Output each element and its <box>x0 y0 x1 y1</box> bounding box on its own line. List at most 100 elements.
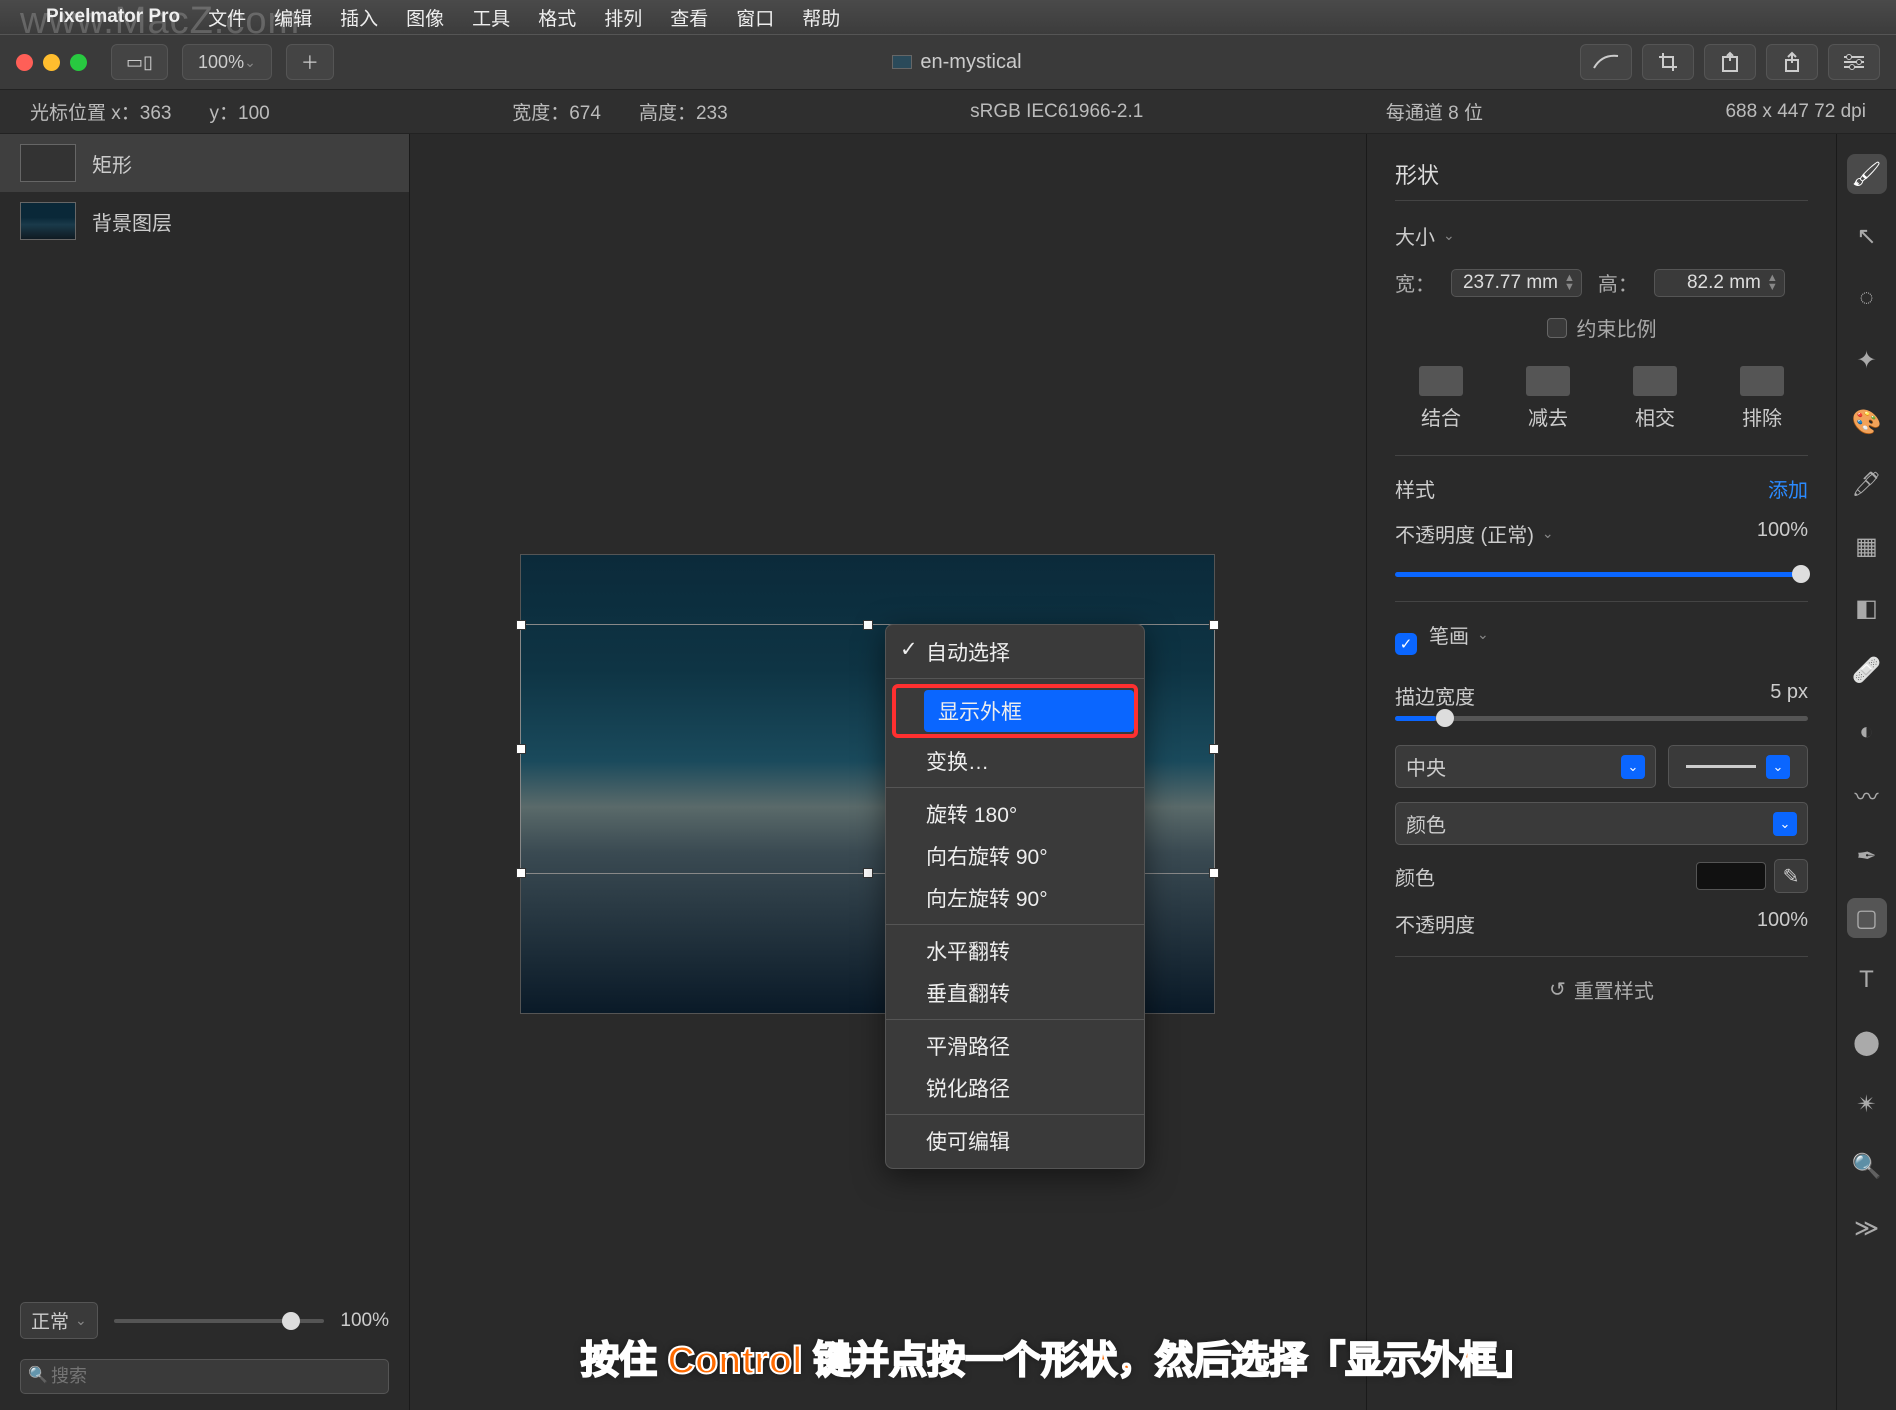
stroke-width-label: 描边宽度 <box>1395 681 1475 710</box>
handle-tr[interactable] <box>1209 620 1219 630</box>
repair-tool[interactable]: 🩹 <box>1847 650 1887 690</box>
stroke-opacity-label: 不透明度 <box>1395 909 1475 938</box>
share-button[interactable] <box>1766 44 1818 80</box>
zoom-tool[interactable]: 🔍 <box>1847 1146 1887 1186</box>
blend-mode-select[interactable]: 正常⌄ <box>20 1302 98 1339</box>
close-window[interactable] <box>16 54 33 71</box>
menu-tools[interactable]: 工具 <box>472 4 510 31</box>
layer-row-rect[interactable]: 矩形 <box>0 134 409 192</box>
more-tools[interactable]: ≫ <box>1847 1208 1887 1248</box>
color-swatch[interactable] <box>1696 862 1766 890</box>
height-label: 高： <box>1598 268 1638 297</box>
eraser-tool[interactable]: ◧ <box>1847 588 1887 628</box>
ctx-transform[interactable]: 变换… <box>886 740 1144 782</box>
menu-format[interactable]: 格式 <box>538 4 576 31</box>
layers-panel: 矩形 背景图层 正常⌄ 100% 🔍 <box>0 134 410 1410</box>
layer-name: 背景图层 <box>92 207 172 236</box>
magic-tool[interactable]: ✦ <box>1847 340 1887 380</box>
stroke-checkbox[interactable]: ✓ <box>1395 633 1417 655</box>
shape-tool[interactable]: ▢ <box>1847 898 1887 938</box>
layer-thumb <box>20 202 76 240</box>
fullscreen-window[interactable] <box>70 54 87 71</box>
paint-tool[interactable]: 🎨 <box>1847 402 1887 442</box>
stroke-style-select[interactable]: ⌄ <box>1668 745 1808 788</box>
stroke-width-value: 5 px <box>1770 681 1808 710</box>
opacity-disclosure[interactable]: 不透明度 (正常)⌄ <box>1395 519 1554 548</box>
handle-br[interactable] <box>1209 868 1219 878</box>
handle-bl[interactable] <box>516 868 526 878</box>
add-button[interactable]: ＋ <box>286 44 334 80</box>
menu-view[interactable]: 查看 <box>670 4 708 31</box>
ctx-smooth-path[interactable]: 平滑路径 <box>886 1025 1144 1067</box>
layer-opacity-slider[interactable] <box>114 1319 325 1323</box>
stroke-type-select[interactable]: 颜色⌄ <box>1395 802 1808 845</box>
marquee-tool[interactable]: ◌ <box>1847 278 1887 318</box>
arrow-tool[interactable]: ↖ <box>1847 216 1887 256</box>
ctx-auto-select[interactable]: 自动选择 <box>886 631 1144 673</box>
ctx-show-bounds[interactable]: 显示外框 <box>924 690 1134 732</box>
inspector-panel: 形状 大小⌄ 宽： ▲▼ 高： ▲▼ 约束比例 结合 减去 相交 排除 样式添加… <box>1366 134 1836 1410</box>
ctx-sharpen-path[interactable]: 锐化路径 <box>886 1067 1144 1109</box>
style-tool[interactable]: 🖌 <box>1847 154 1887 194</box>
tool-strip: 🖌 ↖ ◌ ✦ 🎨 🖊 ▦ ◧ 🩹 ◐ 〰 ✒ ▢ T ⬤ ✴ 🔍 ≫ <box>1836 134 1896 1410</box>
style-label: 样式 <box>1395 474 1435 503</box>
size-disclosure[interactable]: 大小⌄ <box>1395 221 1808 250</box>
stroke-width-slider[interactable] <box>1395 716 1808 721</box>
layer-thumb <box>20 144 76 182</box>
inspector-title: 形状 <box>1395 158 1808 201</box>
zoom-dropdown[interactable]: 100% ⌄ <box>182 44 272 80</box>
sidebar-toggle[interactable]: ▭▯ <box>111 44 168 80</box>
opacity-slider[interactable] <box>1395 572 1808 577</box>
clone-tool[interactable]: ◐ <box>1847 712 1887 752</box>
ctx-make-editable[interactable]: 使可编辑 <box>886 1120 1144 1162</box>
layer-row-bg[interactable]: 背景图层 <box>0 192 409 250</box>
watermark: www.MacZ.com <box>20 0 300 43</box>
text-tool[interactable]: T <box>1847 960 1887 1000</box>
gradient-tool[interactable]: ▦ <box>1847 526 1887 566</box>
stroke-opacity-value: 100% <box>1757 909 1808 938</box>
color-adjust-button[interactable] <box>1580 44 1632 80</box>
settings-button[interactable] <box>1828 44 1880 80</box>
brush-tool[interactable]: 🖊 <box>1847 464 1887 504</box>
eyedropper-button[interactable]: ✎ <box>1774 859 1808 893</box>
op-unite[interactable]: 结合 <box>1401 366 1481 431</box>
ctx-flip-h[interactable]: 水平翻转 <box>886 930 1144 972</box>
document-title: en-mystical <box>348 51 1566 74</box>
handle-tl[interactable] <box>516 620 526 630</box>
op-intersect[interactable]: 相交 <box>1615 366 1695 431</box>
menu-window[interactable]: 窗口 <box>736 4 774 31</box>
handle-tm[interactable] <box>863 620 873 630</box>
op-exclude[interactable]: 排除 <box>1722 366 1802 431</box>
menu-help[interactable]: 帮助 <box>802 4 840 31</box>
style-add[interactable]: 添加 <box>1768 474 1808 503</box>
handle-bm[interactable] <box>863 868 873 878</box>
canvas[interactable]: 自动选择 显示外框 变换… 旋转 180° 向右旋转 90° 向左旋转 90° … <box>410 134 1366 1410</box>
crop-button[interactable] <box>1642 44 1694 80</box>
ctx-rotate-180[interactable]: 旋转 180° <box>886 793 1144 835</box>
height-stepper[interactable]: ▲▼ <box>1654 269 1785 297</box>
menu-image[interactable]: 图像 <box>406 4 444 31</box>
constrain-proportions[interactable]: 约束比例 <box>1395 313 1808 342</box>
menu-insert[interactable]: 插入 <box>340 4 378 31</box>
effects-tool[interactable]: ✴ <box>1847 1084 1887 1124</box>
export-button[interactable] <box>1704 44 1756 80</box>
ctx-rotate-right[interactable]: 向右旋转 90° <box>886 835 1144 877</box>
stroke-disclosure[interactable]: 笔画⌄ <box>1429 620 1489 649</box>
width-stepper[interactable]: ▲▼ <box>1451 269 1582 297</box>
window-controls <box>16 54 87 71</box>
warp-tool[interactable]: 〰 <box>1847 774 1887 814</box>
ctx-flip-v[interactable]: 垂直翻转 <box>886 972 1144 1014</box>
color-tool[interactable]: ⬤ <box>1847 1022 1887 1062</box>
menu-arrange[interactable]: 排列 <box>604 4 642 31</box>
reset-style[interactable]: ↺ 重置样式 <box>1395 975 1808 1004</box>
info-bar: 光标位置 x：363 y：100 宽度：674 高度：233 sRGB IEC6… <box>0 90 1896 134</box>
handle-ml[interactable] <box>516 744 526 754</box>
handle-mr[interactable] <box>1209 744 1219 754</box>
minimize-window[interactable] <box>43 54 60 71</box>
ctx-rotate-left[interactable]: 向左旋转 90° <box>886 877 1144 919</box>
opacity-value: 100% <box>1757 519 1808 566</box>
op-subtract[interactable]: 减去 <box>1508 366 1588 431</box>
annotation-text: 按住 Control 键并点按一个形状，然后选择「显示外框」 <box>280 1329 1836 1384</box>
stroke-position-select[interactable]: 中央⌄ <box>1395 745 1656 788</box>
pen-tool[interactable]: ✒ <box>1847 836 1887 876</box>
